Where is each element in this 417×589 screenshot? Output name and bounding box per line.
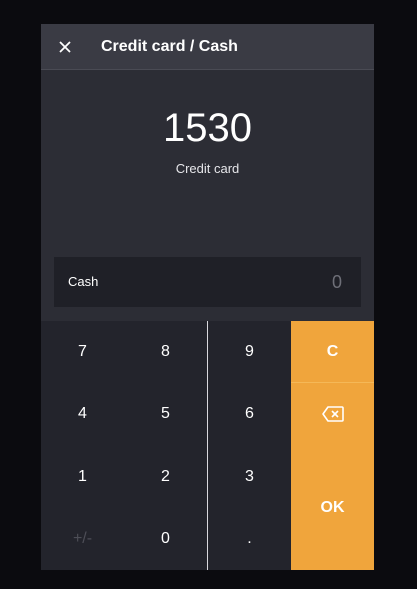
backspace-icon [321, 406, 344, 422]
amount-label: Credit card [175, 161, 240, 176]
cash-value: 0 [331, 272, 342, 292]
dialog-header: Credit card / Cash [41, 24, 374, 70]
key-3[interactable]: 3 [208, 445, 291, 508]
key-decimal[interactable]: . [208, 508, 291, 570]
backspace-button[interactable] [291, 383, 374, 445]
payment-dialog: Credit card / Cash 1530 Credit card Cash… [41, 24, 374, 570]
close-icon[interactable] [53, 35, 77, 59]
key-6[interactable]: 6 [208, 383, 291, 445]
numeric-keypad: 7 8 9 4 5 6 1 2 3 +/- 0 . C OK [41, 321, 374, 570]
key-0[interactable]: 0 [124, 508, 207, 570]
key-5[interactable]: 5 [124, 383, 207, 445]
key-7[interactable]: 7 [41, 321, 124, 383]
cash-label: Cash [68, 274, 99, 289]
key-4[interactable]: 4 [41, 383, 124, 445]
cash-input[interactable]: Cash 0 [54, 257, 361, 307]
key-8[interactable]: 8 [124, 321, 207, 383]
key-9[interactable]: 9 [208, 321, 291, 383]
key-2[interactable]: 2 [124, 445, 207, 508]
key-1[interactable]: 1 [41, 445, 124, 508]
ok-button[interactable]: OK [291, 445, 374, 570]
clear-button[interactable]: C [291, 321, 374, 383]
total-amount: 1530 [163, 106, 252, 150]
dialog-title: Credit card / Cash [101, 38, 238, 55]
key-plus-minus[interactable]: +/- [41, 508, 124, 570]
